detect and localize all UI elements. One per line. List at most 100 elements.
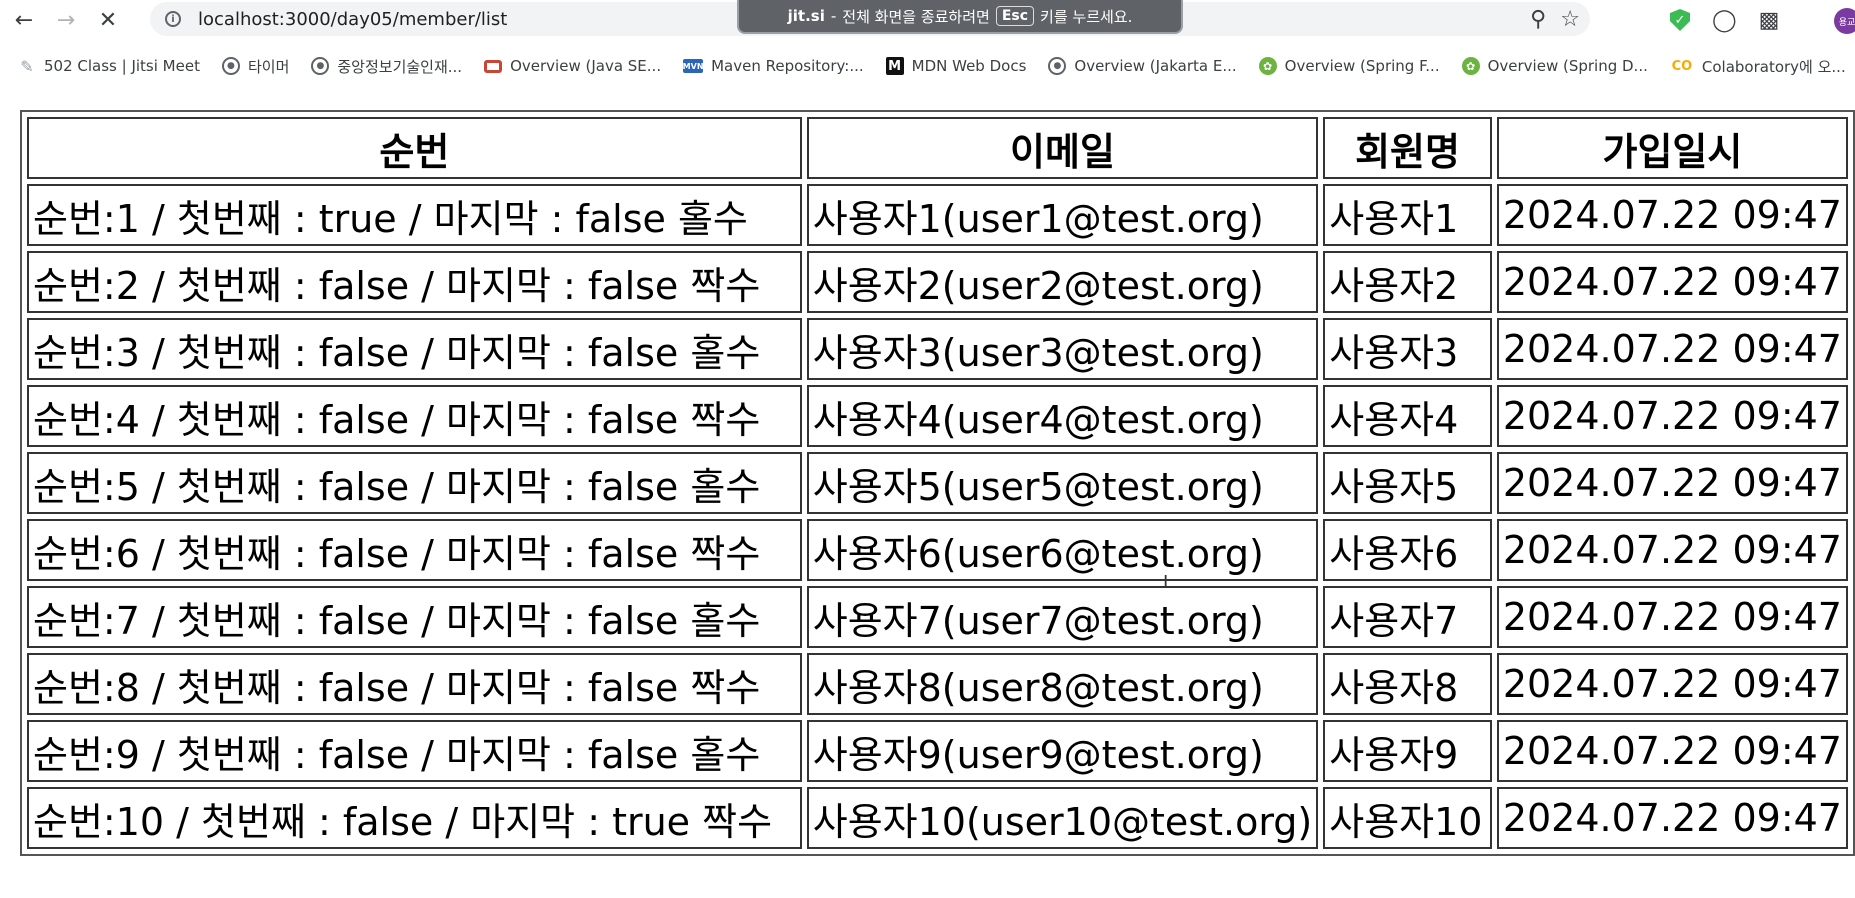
cell-email: 사용자5(user5@test.org): [806, 452, 1319, 514]
cell-member-name: 사용자2: [1323, 251, 1492, 313]
cell-member-name: 사용자7: [1323, 586, 1492, 648]
cell-sequence: 순번:9 / 첫번째 : false / 마지막 : false 홀수: [27, 720, 802, 782]
cell-email: 사용자3(user3@test.org): [806, 318, 1319, 380]
jitsi-icon: ✎: [20, 56, 34, 76]
cell-sequence: 순번:8 / 첫번째 : false / 마지막 : false 짝수: [27, 653, 802, 715]
table-row: 순번:9 / 첫번째 : false / 마지막 : false 홀수 사용자9(…: [27, 720, 1848, 782]
bookmark-label: Overview (Java SE...: [510, 57, 662, 75]
bookmark-maven[interactable]: MVN Maven Repository:...: [683, 57, 864, 75]
bookmark-label: 502 Class | Jitsi Meet: [44, 57, 200, 75]
maven-icon: MVN: [683, 59, 704, 73]
bookmark-colab[interactable]: CO Colaboratory에 오...: [1670, 56, 1846, 77]
cell-sequence: 순번:6 / 첫번째 : false / 마지막 : false 짝수: [27, 519, 802, 581]
table-row: 순번:3 / 첫번째 : false / 마지막 : false 홀수 사용자3(…: [27, 318, 1848, 380]
bookmark-label: Maven Repository:...: [711, 57, 864, 75]
globe-icon: ●: [1048, 57, 1067, 75]
cell-member-name: 사용자8: [1323, 653, 1492, 715]
cell-join-date: 2024.07.22 09:47: [1496, 787, 1848, 849]
cell-member-name: 사용자1: [1323, 184, 1492, 246]
fullscreen-message-before: 전체 화면을 종료하려면: [842, 7, 990, 26]
cell-email: 사용자8(user8@test.org): [806, 653, 1319, 715]
header-email: 이메일: [806, 117, 1319, 179]
cell-sequence: 순번:7 / 첫번째 : false / 마지막 : false 홀수: [27, 586, 802, 648]
cell-sequence: 순번:10 / 첫번째 : false / 마지막 : true 짝수: [27, 787, 802, 849]
oracle-icon: [484, 59, 503, 73]
member-list-container: 순번 이메일 회원명 가입일시 순번:1 / 첫번째 : true / 마지막 …: [20, 110, 1855, 856]
fullscreen-separator: -: [830, 7, 837, 25]
cell-email: 사용자10(user10@test.org): [806, 787, 1319, 849]
table-row: 순번:7 / 첫번째 : false / 마지막 : false 홀수 사용자7(…: [27, 586, 1848, 648]
header-member-name: 회원명: [1323, 117, 1492, 179]
zoom-icon[interactable]: ⚲: [1530, 7, 1546, 32]
bookmark-spring-framework[interactable]: ✿ Overview (Spring F...: [1258, 57, 1440, 75]
bookmark-mdn[interactable]: M MDN Web Docs: [885, 57, 1027, 75]
mdn-icon: M: [885, 57, 904, 75]
cell-email: 사용자1(user1@test.org): [806, 184, 1319, 246]
extension-circle-icon[interactable]: ◯: [1712, 8, 1737, 33]
cell-join-date: 2024.07.22 09:47: [1496, 519, 1848, 581]
bookmark-label: MDN Web Docs: [911, 57, 1027, 75]
cell-join-date: 2024.07.22 09:47: [1496, 184, 1848, 246]
bookmark-label: 타이머: [247, 57, 290, 76]
cell-sequence: 순번:4 / 첫번째 : false / 마지막 : false 짝수: [27, 385, 802, 447]
adblock-shield-icon[interactable]: ✓: [1670, 9, 1690, 31]
table-header-row: 순번 이메일 회원명 가입일시: [27, 117, 1848, 179]
site-info-icon[interactable]: i: [158, 4, 188, 34]
puzzle-extension-icon[interactable]: ▩: [1759, 8, 1780, 33]
fullscreen-exit-banner: jit.si - 전체 화면을 종료하려면 Esc 키를 누르세요.: [737, 0, 1183, 34]
cell-email: 사용자7(user7@test.org): [806, 586, 1319, 648]
cell-member-name: 사용자9: [1323, 720, 1492, 782]
globe-icon: ●: [311, 57, 330, 75]
table-row: 순번:8 / 첫번째 : false / 마지막 : false 짝수 사용자8(…: [27, 653, 1848, 715]
bookmark-timer[interactable]: ● 타이머: [221, 56, 290, 77]
member-table: 순번 이메일 회원명 가입일시 순번:1 / 첫번째 : true / 마지막 …: [20, 110, 1855, 856]
bookmark-star-icon[interactable]: ☆: [1560, 7, 1580, 32]
globe-icon: ●: [221, 57, 240, 75]
cell-sequence: 순번:2 / 첫번째 : false / 마지막 : false 짝수: [27, 251, 802, 313]
cell-join-date: 2024.07.22 09:47: [1496, 653, 1848, 715]
cell-email: 사용자9(user9@test.org): [806, 720, 1319, 782]
bookmark-label: 중앙정보기술인재...: [337, 57, 463, 76]
cell-email: 사용자4(user4@test.org): [806, 385, 1319, 447]
bookmark-spring-data[interactable]: ✿ Overview (Spring D...: [1461, 57, 1648, 75]
table-row: 순번:4 / 첫번째 : false / 마지막 : false 짝수 사용자4(…: [27, 385, 1848, 447]
cell-sequence: 순번:5 / 첫번째 : false / 마지막 : false 홀수: [27, 452, 802, 514]
header-sequence: 순번: [27, 117, 802, 179]
forward-arrow-icon[interactable]: →: [48, 2, 84, 38]
cell-join-date: 2024.07.22 09:47: [1496, 318, 1848, 380]
omnibox-actions: ⚲ ☆: [1530, 2, 1580, 36]
stop-loading-icon[interactable]: ✕: [90, 2, 126, 38]
cell-member-name: 사용자6: [1323, 519, 1492, 581]
cell-sequence: 순번:1 / 첫번째 : true / 마지막 : false 홀수: [27, 184, 802, 246]
table-row: 순번:5 / 첫번째 : false / 마지막 : false 홀수 사용자5(…: [27, 452, 1848, 514]
url-text[interactable]: localhost:3000/day05/member/list: [198, 9, 507, 30]
spring-leaf-icon: ✿: [1461, 57, 1480, 75]
back-arrow-icon[interactable]: ←: [6, 2, 42, 38]
profile-avatar[interactable]: 용교: [1834, 8, 1855, 34]
cell-member-name: 사용자10: [1323, 787, 1492, 849]
bookmark-label: Overview (Spring D...: [1487, 57, 1648, 75]
cell-join-date: 2024.07.22 09:47: [1496, 586, 1848, 648]
bookmark-jitsi[interactable]: ✎ 502 Class | Jitsi Meet: [18, 56, 200, 76]
cell-member-name: 사용자4: [1323, 385, 1492, 447]
cell-sequence: 순번:3 / 첫번째 : false / 마지막 : false 홀수: [27, 318, 802, 380]
bookmark-label: Colaboratory에 오...: [1701, 57, 1846, 76]
cell-join-date: 2024.07.22 09:47: [1496, 720, 1848, 782]
bookmark-jakarta[interactable]: ● Overview (Jakarta E...: [1048, 57, 1237, 75]
colab-icon: CO: [1671, 58, 1693, 74]
table-row: 순번:1 / 첫번째 : true / 마지막 : false 홀수 사용자1(u…: [27, 184, 1848, 246]
cell-join-date: 2024.07.22 09:47: [1496, 452, 1848, 514]
bookmark-central-it[interactable]: ● 중앙정보기술인재...: [311, 56, 462, 77]
extensions-area: ✓ ◯ ▩: [1670, 0, 1779, 40]
cell-join-date: 2024.07.22 09:47: [1496, 385, 1848, 447]
fullscreen-app-name: jit.si: [787, 7, 825, 25]
cell-member-name: 사용자3: [1323, 318, 1492, 380]
cell-email: 사용자6(user6@test.org): [806, 519, 1319, 581]
header-join-date: 가입일시: [1496, 117, 1848, 179]
cell-email: 사용자2(user2@test.org): [806, 251, 1319, 313]
bookmark-label: Overview (Jakarta E...: [1074, 57, 1237, 75]
table-row: 순번:2 / 첫번째 : false / 마지막 : false 짝수 사용자2(…: [27, 251, 1848, 313]
cell-member-name: 사용자5: [1323, 452, 1492, 514]
bookmark-java-se[interactable]: Overview (Java SE...: [484, 57, 661, 75]
spring-leaf-icon: ✿: [1258, 57, 1277, 75]
